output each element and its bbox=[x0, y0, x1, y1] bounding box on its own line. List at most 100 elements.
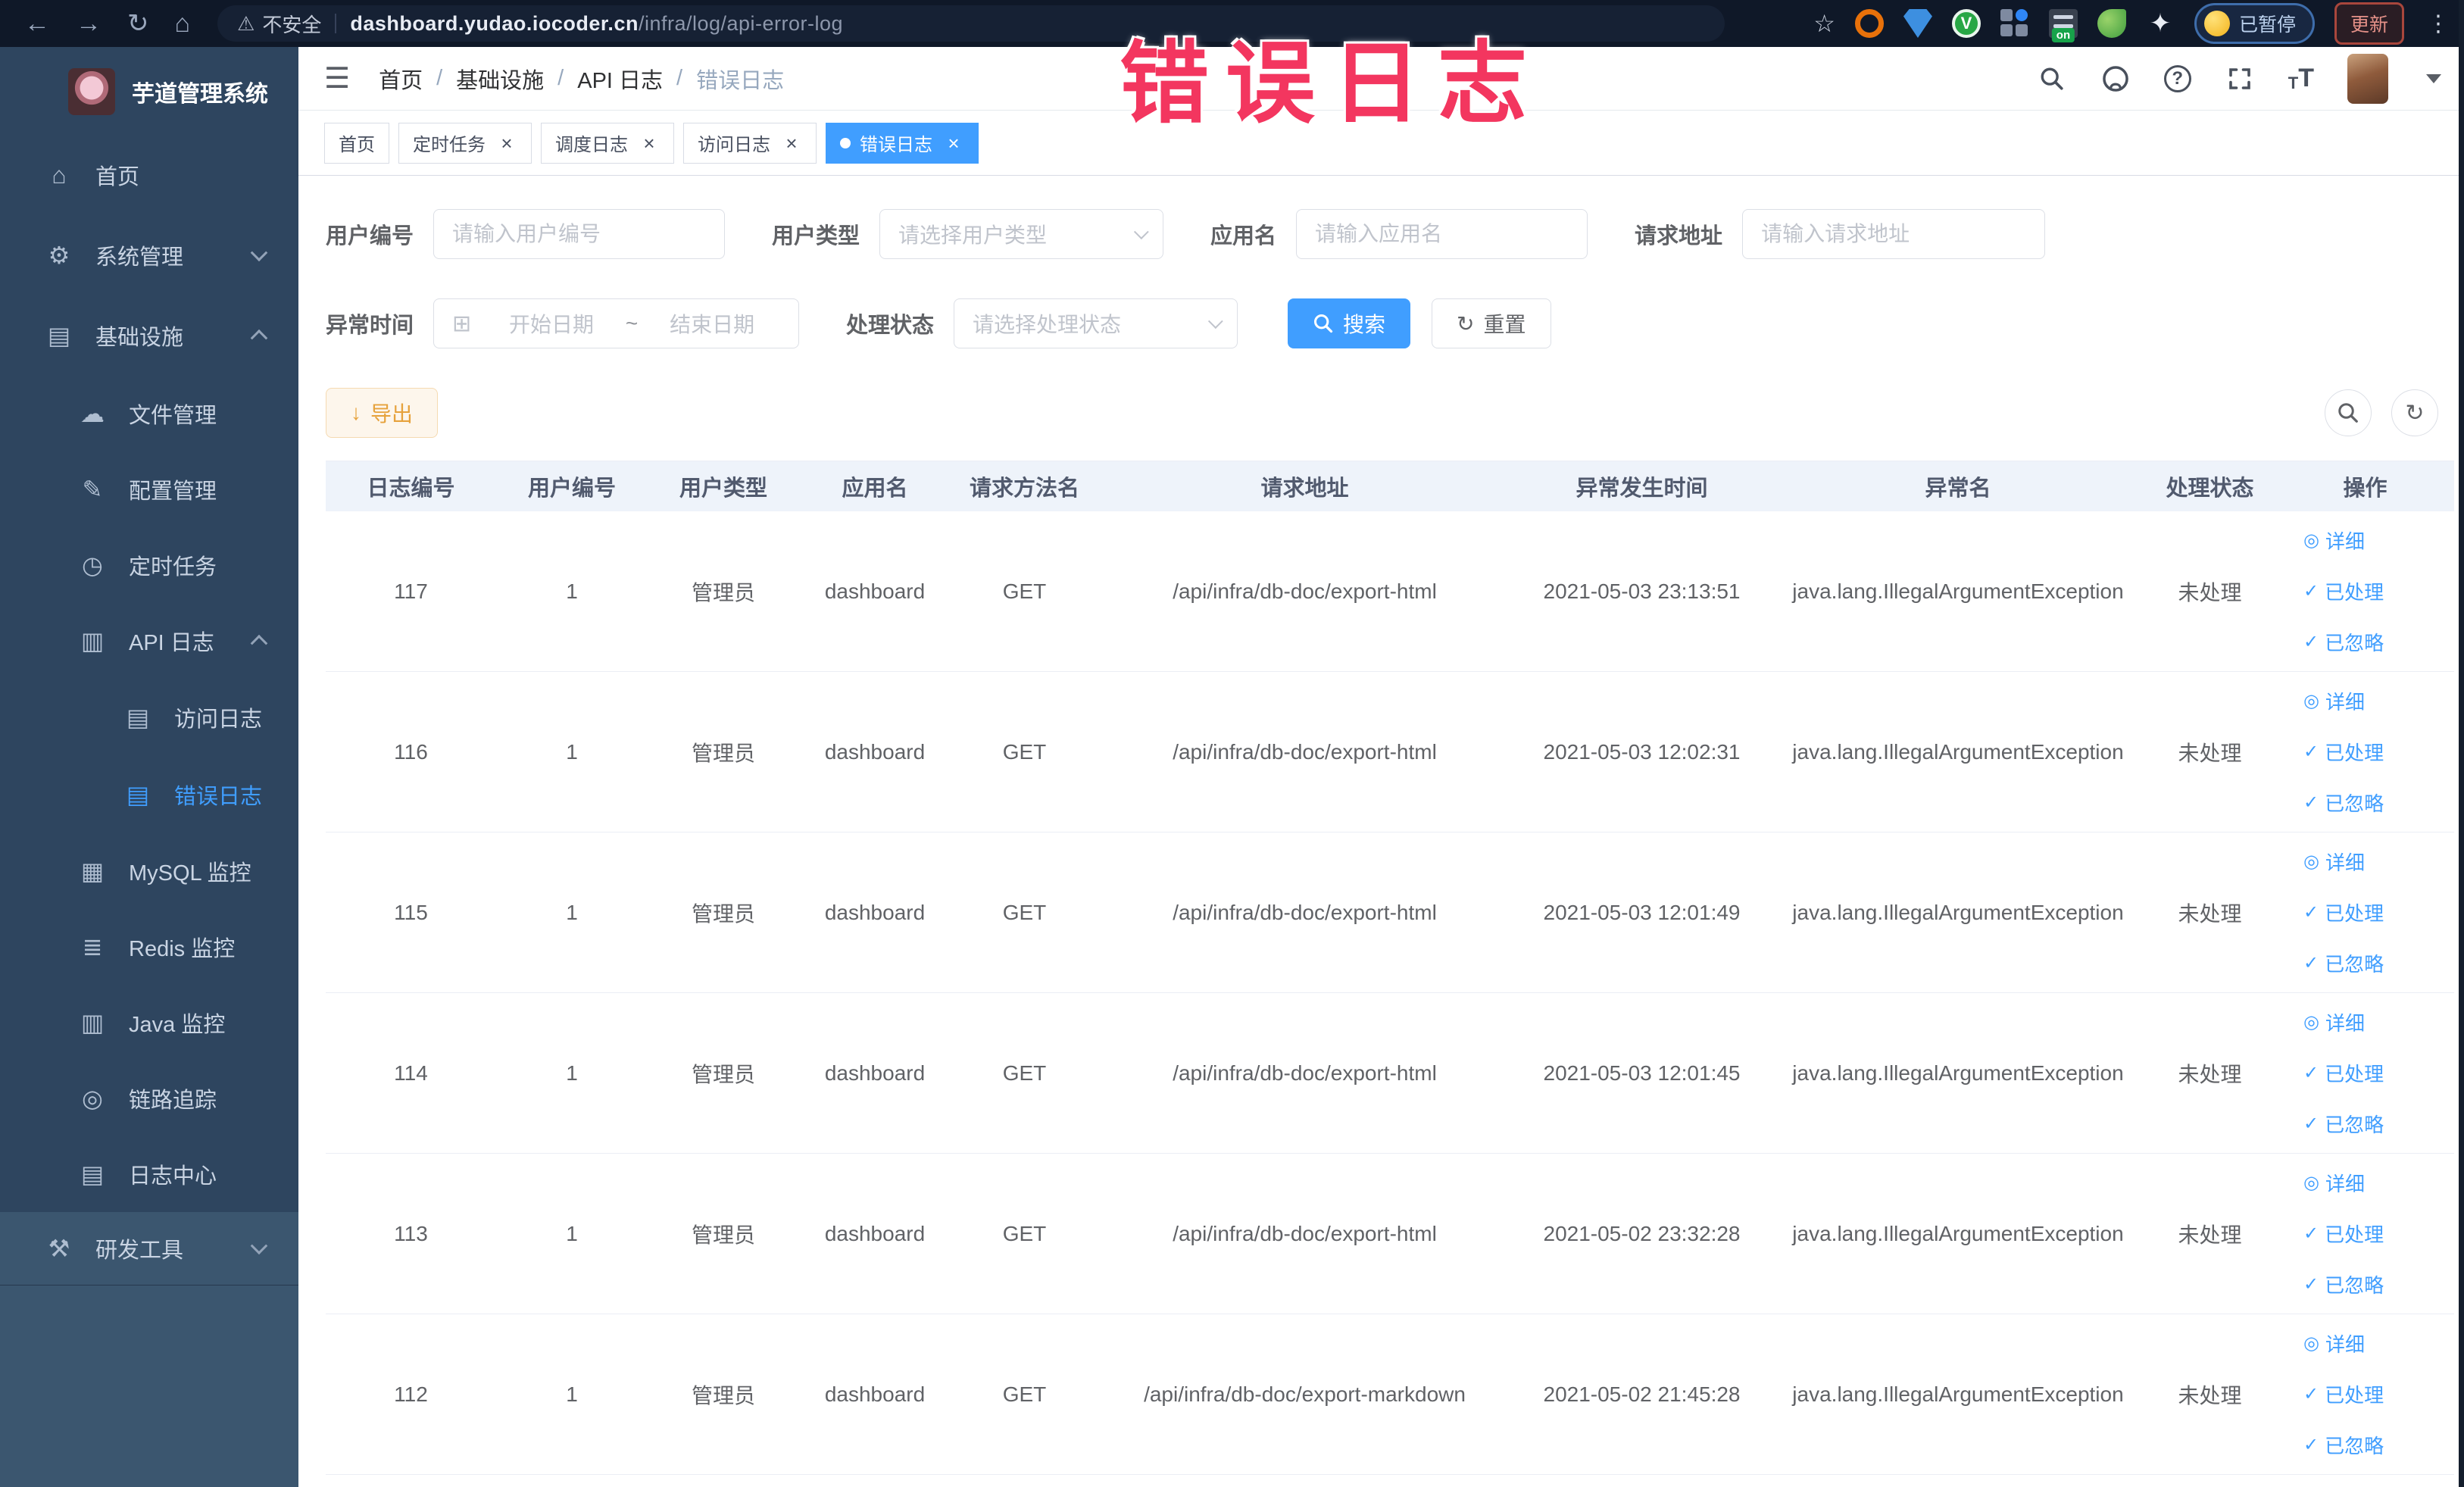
back-icon[interactable]: ← bbox=[24, 11, 50, 36]
action-detail-link[interactable]: ◎ 详细 bbox=[2303, 1329, 2365, 1357]
tag-chip-4[interactable]: 错误日志 × bbox=[826, 122, 979, 164]
sidebar-item-label: 首页 bbox=[95, 165, 140, 189]
action-detail-link[interactable]: ◎ 详细 bbox=[2303, 687, 2365, 715]
action-ignored-link[interactable]: ✓ 已忽略 bbox=[2303, 628, 2384, 656]
table-cell: /api/infra/db-doc/export-html bbox=[1173, 739, 1437, 764]
home-icon[interactable]: ⌂ bbox=[175, 11, 191, 36]
app-name-input[interactable] bbox=[1296, 209, 1588, 259]
sidebar-item-file-management[interactable]: ☁ 文件管理 bbox=[0, 376, 298, 451]
export-button[interactable]: ↓ 导出 bbox=[326, 388, 439, 438]
exception-time-range-picker[interactable]: ⊞ 开始日期 ~ 结束日期 bbox=[433, 298, 800, 348]
search-icon[interactable] bbox=[2037, 64, 2067, 94]
action-ignored-link[interactable]: ✓ 已忽略 bbox=[2303, 949, 2384, 977]
search-button[interactable]: 搜索 bbox=[1288, 298, 1411, 348]
extension-shield-icon[interactable] bbox=[1903, 9, 1932, 38]
action-ignored-link[interactable]: ✓ 已忽略 bbox=[2303, 1110, 2384, 1138]
paused-profile-pill[interactable]: 已暂停 bbox=[2194, 3, 2315, 44]
access-log-icon: ▤ bbox=[126, 704, 150, 731]
sidebar-item-redis-monitor[interactable]: ≣ Redis 监控 bbox=[0, 909, 298, 985]
table-cell: java.lang.IllegalArgumentException bbox=[1792, 1061, 2124, 1085]
date-range-separator: ~ bbox=[625, 311, 639, 335]
url-domain: dashboard.yudao.iocoder.cn bbox=[350, 11, 639, 35]
action-processed-link[interactable]: ✓ 已处理 bbox=[2303, 738, 2384, 766]
breadcrumb-item[interactable]: 基础设施 bbox=[456, 63, 544, 95]
toggle-search-button[interactable] bbox=[2325, 389, 2372, 436]
forward-icon[interactable]: → bbox=[76, 11, 101, 36]
extension-leaf-icon[interactable] bbox=[2097, 9, 2126, 38]
hamburger-icon[interactable]: ☰ bbox=[324, 61, 350, 95]
app-name-input-field[interactable] bbox=[1315, 222, 1569, 246]
sidebar-item-java-monitor[interactable]: ▥ Java 监控 bbox=[0, 985, 298, 1061]
table-cell: 管理员 bbox=[691, 1383, 755, 1407]
sidebar-item-infrastructure[interactable]: ▤ 基础设施 bbox=[0, 295, 298, 376]
tag-chip-2[interactable]: 调度日志 × bbox=[541, 122, 674, 164]
sidebar-item-api-log[interactable]: ▥ API 日志 bbox=[0, 603, 298, 679]
breadcrumb-item[interactable]: 首页 bbox=[379, 63, 423, 95]
tag-chip-home[interactable]: 首页× bbox=[324, 122, 389, 164]
user-id-input[interactable] bbox=[433, 209, 726, 259]
action-detail-link[interactable]: ◎ 详细 bbox=[2303, 848, 2365, 876]
sidebar-item-scheduled-tasks[interactable]: ◷ 定时任务 bbox=[0, 527, 298, 603]
action-detail-link[interactable]: ◎ 详细 bbox=[2303, 526, 2365, 555]
help-icon[interactable]: ? bbox=[2163, 64, 2191, 92]
sidebar-item-log-center[interactable]: ▤ 日志中心 bbox=[0, 1136, 298, 1212]
sidebar-item-dev-tools[interactable]: ⚒ 研发工具 bbox=[0, 1212, 298, 1285]
action-ignored-link[interactable]: ✓ 已忽略 bbox=[2303, 1431, 2384, 1459]
extension-grid-icon[interactable] bbox=[2000, 9, 2029, 38]
action-processed-link[interactable]: ✓ 已处理 bbox=[2303, 1380, 2384, 1408]
end-date-placeholder[interactable]: 结束日期 bbox=[644, 308, 780, 339]
font-size-icon[interactable]: TT bbox=[2288, 64, 2314, 93]
tag-chip-1[interactable]: 定时任务 × bbox=[398, 122, 532, 164]
calendar-icon: ⊞ bbox=[452, 311, 472, 336]
sidebar-item-home[interactable]: ⌂ 首页 bbox=[0, 135, 298, 215]
user-id-input-field[interactable] bbox=[452, 222, 707, 246]
extension-orange-icon[interactable] bbox=[1854, 9, 1884, 38]
reload-icon[interactable]: ↻ bbox=[127, 11, 149, 36]
refresh-button[interactable]: ↻ bbox=[2391, 389, 2438, 436]
sidebar-item-access-log[interactable]: ▤ 访问日志 bbox=[0, 679, 298, 756]
action-processed-link[interactable]: ✓ 已处理 bbox=[2303, 577, 2384, 605]
window-right-edge bbox=[2459, 0, 2464, 1487]
sidebar-item-mysql-monitor[interactable]: ▦ MySQL 监控 bbox=[0, 833, 298, 909]
action-processed-link[interactable]: ✓ 已处理 bbox=[2303, 898, 2384, 926]
close-icon[interactable]: × bbox=[781, 133, 802, 154]
table-cell: 未处理 bbox=[2178, 1223, 2242, 1247]
fullscreen-icon[interactable] bbox=[2225, 64, 2255, 94]
extensions-puzzle-icon[interactable]: ✦ bbox=[2146, 9, 2175, 38]
action-ignored-link[interactable]: ✓ 已忽略 bbox=[2303, 1270, 2384, 1298]
action-detail-link[interactable]: ◎ 详细 bbox=[2303, 1169, 2365, 1197]
user-avatar[interactable] bbox=[2347, 53, 2388, 104]
action-processed-link[interactable]: ✓ 已处理 bbox=[2303, 1220, 2384, 1248]
sidebar-item-error-log[interactable]: ▤ 错误日志 bbox=[0, 756, 298, 833]
app-logo-row[interactable]: 芋道管理系统 bbox=[0, 47, 298, 135]
action-processed-link[interactable]: ✓ 已处理 bbox=[2303, 1059, 2384, 1087]
browser-update-button[interactable]: 更新 bbox=[2334, 2, 2404, 45]
table-cell: dashboard bbox=[824, 1061, 926, 1085]
sidebar-item-trace[interactable]: ◎ 链路追踪 bbox=[0, 1061, 298, 1136]
process-status-select[interactable]: 请选择处理状态 bbox=[954, 298, 1238, 348]
close-icon[interactable]: × bbox=[943, 133, 964, 154]
sidebar-item-config-management[interactable]: ✎ 配置管理 bbox=[0, 451, 298, 527]
reset-button[interactable]: ↻ 重置 bbox=[1432, 298, 1551, 348]
sidebar-item-system-management[interactable]: ⚙ 系统管理 bbox=[0, 215, 298, 295]
request-url-input[interactable] bbox=[1742, 209, 2046, 259]
close-icon[interactable]: × bbox=[496, 133, 517, 154]
tag-chip-3[interactable]: 访问日志 × bbox=[683, 122, 817, 164]
search-button-label: 搜索 bbox=[1343, 313, 1386, 336]
user-menu-caret-icon[interactable] bbox=[2426, 73, 2441, 83]
close-icon[interactable]: × bbox=[639, 133, 660, 154]
extension-on-badge-icon[interactable]: on bbox=[2048, 9, 2078, 42]
table-toolbar: ↓ 导出 ↻ bbox=[326, 388, 2453, 438]
action-ignored-link[interactable]: ✓ 已忽略 bbox=[2303, 789, 2384, 817]
user-type-select[interactable]: 请选择用户类型 bbox=[879, 209, 1164, 259]
start-date-placeholder[interactable]: 开始日期 bbox=[483, 308, 620, 339]
eye-icon: ◎ bbox=[2303, 1333, 2319, 1354]
action-label: 已处理 bbox=[2325, 742, 2384, 764]
extension-v-icon[interactable]: V bbox=[1951, 9, 1981, 38]
breadcrumb-item[interactable]: API 日志 bbox=[577, 63, 663, 95]
bookmark-star-icon[interactable]: ☆ bbox=[1813, 9, 1835, 38]
action-detail-link[interactable]: ◎ 详细 bbox=[2303, 1008, 2365, 1036]
browser-menu-icon[interactable]: ⋮ bbox=[2427, 11, 2450, 37]
request-url-input-field[interactable] bbox=[1761, 222, 2027, 246]
github-icon[interactable] bbox=[2100, 64, 2131, 94]
